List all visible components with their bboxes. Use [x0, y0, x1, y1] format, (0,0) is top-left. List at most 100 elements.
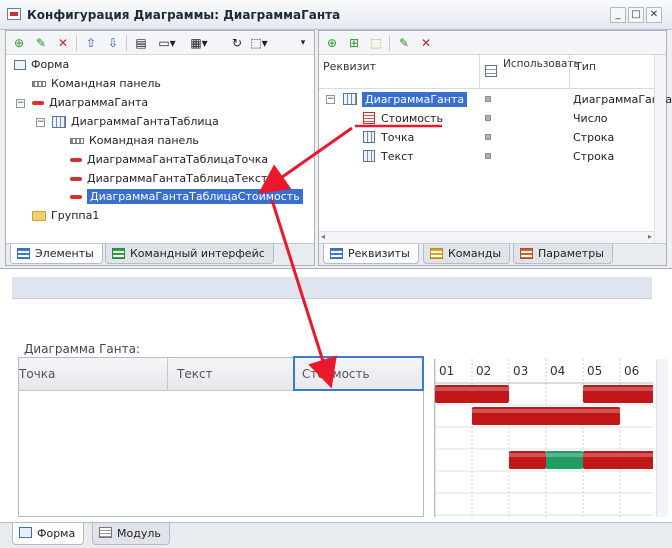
- timeline-label: 04: [550, 364, 565, 378]
- delete-attribute-icon[interactable]: ✕: [417, 34, 435, 52]
- commands-tab-icon: [430, 248, 443, 259]
- tab-form[interactable]: Форма: [12, 523, 85, 545]
- add-icon[interactable]: ⊕: [10, 34, 28, 52]
- tree-item-form[interactable]: Форма: [14, 57, 69, 73]
- grid-row-point[interactable]: Точка Строка: [319, 128, 654, 147]
- parameters-tab-icon: [520, 248, 533, 259]
- add-column-icon[interactable]: ⬚: [367, 34, 385, 52]
- tree-item-label: ДиаграммаГантаТаблицаТочка: [87, 153, 269, 166]
- attribute-type: Строка: [573, 131, 615, 144]
- delete-icon[interactable]: ✕: [54, 34, 72, 52]
- gantt-bar-highlight: [583, 453, 657, 457]
- tree-item-label: ДиаграммаГантаТаблица: [71, 115, 219, 128]
- tree-item-point[interactable]: ДиаграммаГантаТаблицаТочка: [70, 152, 268, 168]
- tab-elements[interactable]: Элементы: [10, 244, 103, 264]
- close-button[interactable]: ✕: [646, 7, 662, 23]
- column-header-text[interactable]: Текст: [177, 367, 213, 381]
- edit-icon[interactable]: ✎: [32, 34, 50, 52]
- use-checkbox[interactable]: [485, 96, 491, 102]
- add-attribute-icon[interactable]: ⊕: [323, 34, 341, 52]
- attributes-tabs: Реквизиты Команды Параметры: [319, 243, 666, 265]
- gantt-scrollbar[interactable]: [656, 359, 668, 517]
- attributes-toolbar: ⊕ ⊞ ⬚ ✎ ✕: [319, 31, 666, 55]
- gantt-chart: 01 02 03 04 05 06: [434, 359, 657, 517]
- grid-header: Реквизит Использовать Тип: [319, 55, 666, 89]
- field-icon: [70, 177, 82, 181]
- use-checkbox[interactable]: [485, 115, 491, 121]
- move-up-icon[interactable]: ⇧: [82, 34, 100, 52]
- scroll-left-icon[interactable]: ◂: [321, 232, 325, 241]
- attributes-grid-body: − ДиаграммаГанта ДиаграммаГанта Стоимост…: [319, 89, 672, 243]
- timeline-label: 06: [624, 364, 639, 378]
- minimize-button[interactable]: _: [610, 7, 626, 23]
- tree-item-command-panel-2[interactable]: Командная панель: [70, 133, 199, 149]
- column-header-attribute: Реквизит: [323, 60, 377, 73]
- tab-attributes[interactable]: Реквизиты: [323, 244, 419, 264]
- timeline-label: 03: [513, 364, 528, 378]
- horizontal-scrollbar[interactable]: ◂ ▸: [319, 231, 654, 243]
- attribute-field-icon: [363, 112, 375, 124]
- table-icon: [343, 93, 357, 105]
- menu-chevron-icon[interactable]: ▾: [294, 34, 312, 52]
- elements-toolbar: ⊕ ✎ ✕ ⇧ ⇩ ▤ ▭▾ ▦▾ ↻ ⬚▾ ▾: [6, 31, 314, 55]
- attribute-name: Стоимость: [381, 112, 443, 125]
- attributes-tab-icon: [330, 248, 343, 259]
- tree-item-command-panel[interactable]: Командная панель: [32, 76, 161, 92]
- use-column-icon: [485, 65, 497, 77]
- preview-command-bar: [12, 277, 652, 299]
- tab-label: Элементы: [35, 247, 94, 260]
- command-panel-icon: [70, 138, 84, 144]
- column-header-type: Тип: [575, 60, 597, 73]
- gantt-bar-highlight: [583, 387, 657, 391]
- command-interface-tab-icon: [112, 248, 125, 259]
- grid-row-cost[interactable]: Стоимость Число: [319, 109, 654, 128]
- gantt-chart-svg: 01 02 03 04 05 06: [434, 359, 657, 517]
- gantt-bar-highlight: [509, 453, 546, 457]
- collapse-icon[interactable]: −: [36, 118, 45, 127]
- move-down-icon[interactable]: ⇩: [104, 34, 122, 52]
- attribute-type: Строка: [573, 150, 615, 163]
- tab-module[interactable]: Модуль: [92, 523, 170, 545]
- more-icon[interactable]: ⬚▾: [250, 34, 268, 52]
- tree-item-cost[interactable]: ДиаграммаГантаТаблицаСтоимость: [70, 189, 303, 205]
- tree-item-label: Командная панель: [51, 77, 161, 90]
- maximize-button[interactable]: □: [628, 7, 644, 23]
- grid-row-text[interactable]: Текст Строка: [319, 147, 654, 166]
- form-tab-icon: [19, 527, 32, 538]
- edit-attribute-icon[interactable]: ✎: [395, 34, 413, 52]
- vertical-scrollbar[interactable]: [654, 55, 666, 243]
- column-header-use: Использовать: [503, 58, 580, 70]
- tree-item-group[interactable]: Группа1: [32, 208, 99, 224]
- add-child-attribute-icon[interactable]: ⊞: [345, 34, 363, 52]
- field-icon: [70, 158, 82, 162]
- format-icon[interactable]: ▤: [132, 34, 150, 52]
- gantt-bar-highlight: [546, 453, 583, 457]
- tree-item-text[interactable]: ДиаграммаГантаТаблицаТекст: [70, 171, 267, 187]
- attribute-type: Число: [573, 112, 608, 125]
- tab-commands[interactable]: Команды: [423, 244, 511, 264]
- layout-icon[interactable]: ▦▾: [190, 34, 208, 52]
- grid-row-gantt[interactable]: ДиаграммаГанта ДиаграммаГанта: [319, 90, 672, 109]
- field-icon: [70, 195, 82, 199]
- column-header-cost[interactable]: Стоимость: [302, 367, 370, 381]
- tab-command-interface[interactable]: Командный интерфейс: [105, 244, 274, 264]
- refresh-icon[interactable]: ↻: [228, 34, 246, 52]
- use-checkbox[interactable]: [485, 134, 491, 140]
- view-icon[interactable]: ▭▾: [158, 34, 176, 52]
- gantt-table: Точка Текст Стоимость: [18, 356, 424, 517]
- elements-tab-icon: [17, 248, 30, 259]
- tab-parameters[interactable]: Параметры: [513, 244, 613, 264]
- form-icon: [14, 60, 26, 70]
- scroll-right-icon[interactable]: ▸: [648, 232, 652, 241]
- use-checkbox[interactable]: [485, 153, 491, 159]
- timeline-label: 05: [587, 364, 602, 378]
- timeline-label: 02: [476, 364, 491, 378]
- collapse-icon[interactable]: −: [16, 99, 25, 108]
- tab-label: Командный интерфейс: [130, 247, 265, 260]
- column-header-point[interactable]: Точка: [19, 367, 55, 381]
- table-icon: [52, 116, 66, 128]
- attribute-name: Точка: [381, 131, 415, 144]
- tree-item-gantt-table[interactable]: ДиаграммаГантаТаблица: [52, 114, 219, 130]
- tree-item-gantt[interactable]: ДиаграммаГанта: [32, 95, 148, 111]
- window-title: Конфигурация Диаграммы: ДиаграммаГанта: [27, 8, 341, 22]
